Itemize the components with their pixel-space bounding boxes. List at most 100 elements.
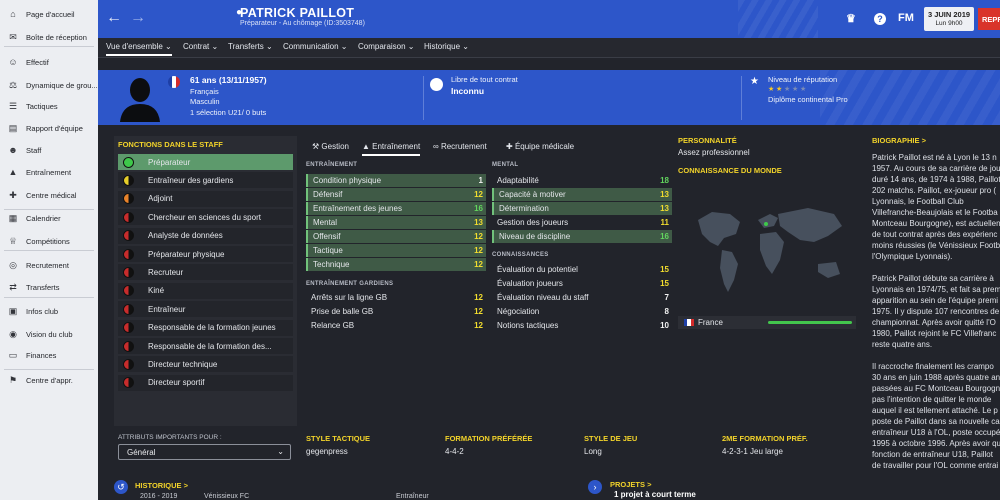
staff-role-item[interactable]: Responsable de la formation jeunes	[118, 319, 293, 336]
attribute-row[interactable]: Relance GB 12	[306, 319, 486, 332]
staff-role-item[interactable]: Responsable de la formation des...	[118, 338, 293, 354]
staff-role-item[interactable]: Adjoint	[118, 190, 293, 207]
bio-title[interactable]: BIOGRAPHIE >	[872, 136, 926, 145]
staff-role-item[interactable]: Chercheur en sciences du sport	[118, 209, 293, 226]
tab-5[interactable]: Historique ⌄	[424, 42, 469, 51]
sidebar-item-scouting[interactable]: ◎ Recrutement	[0, 256, 98, 274]
attribute-row[interactable]: Technique 12	[306, 258, 486, 271]
section-title: CONNAISSANCES	[492, 252, 549, 258]
attribute-value: 13	[660, 190, 669, 199]
attribute-row[interactable]: Négociation 8	[492, 305, 672, 318]
attr-tab-1[interactable]: ▲ Entraînement	[362, 142, 421, 156]
attribute-row[interactable]: Évaluation niveau du staff 7	[492, 291, 672, 304]
attribute-row[interactable]: Arrêts sur la ligne GB 12	[306, 291, 486, 304]
staff-role-item[interactable]: Préparateur physique	[118, 246, 293, 262]
sidebar-item-vision[interactable]: ◉ Vision du club	[0, 325, 98, 343]
attribute-row[interactable]: Adaptabilité 18	[492, 174, 672, 187]
sidebar-item-report[interactable]: ▤ Rapport d'équipe	[0, 119, 98, 137]
staff-role-item[interactable]: Analyste de données	[118, 227, 293, 244]
attribute-row[interactable]: Défensif 12	[306, 188, 486, 201]
sidebar-item-transfers[interactable]: ⇄ Transferts	[0, 278, 98, 296]
tactics-icon: ☰	[8, 100, 18, 111]
attribute-row[interactable]: Évaluation du potentiel 15	[492, 263, 672, 276]
attribute-value: 12	[474, 260, 483, 269]
attribute-row[interactable]: Niveau de discipline 16	[492, 230, 672, 243]
sidebar-item-training[interactable]: ▲ Entraînement	[0, 163, 98, 181]
tab-label: Communication	[283, 42, 339, 51]
sidebar-item-dynamics[interactable]: ⚖ Dynamique de grou...	[0, 76, 98, 94]
sidebar-item-academy[interactable]: ⚑ Centre d'appr.	[0, 371, 98, 389]
history-club: Vénissieux FC	[204, 493, 250, 500]
attribute-label: Évaluation niveau du staff	[497, 293, 589, 302]
sidebar-item-calendar[interactable]: ▦ Calendrier	[0, 209, 98, 227]
chevron-down-icon: ⌄	[460, 42, 469, 51]
attribute-row[interactable]: Offensif 12	[306, 230, 486, 243]
tab-1[interactable]: Contrat ⌄	[183, 42, 218, 51]
staff-role-item[interactable]: Kiné	[118, 282, 293, 299]
staff-role-item[interactable]: Directeur technique	[118, 356, 293, 373]
sidebar-item-medical[interactable]: ✚ Centre médical	[0, 186, 98, 204]
sidebar-item-squad[interactable]: ☺ Effectif	[0, 53, 98, 71]
training-icon: ▲	[8, 167, 18, 177]
staff-role-item[interactable]: Recruteur	[118, 264, 293, 281]
attr-tab-3[interactable]: ✚ Équipe médicale	[506, 142, 574, 151]
sidebar-item-staff[interactable]: ☻ Staff	[0, 141, 98, 159]
profile-banner: 61 ans (13/11/1957) Français Masculin 1 …	[98, 70, 1000, 125]
tab-0[interactable]: Vue d'ensemble ⌄	[106, 42, 172, 56]
staff-role-item[interactable]: Entraîneur des gardiens	[118, 172, 293, 189]
back-arrow-icon[interactable]: ←	[106, 9, 122, 27]
section-title: ENTRAÎNEMENT GARDIENS	[306, 281, 394, 287]
club-badge-icon[interactable]: ♛	[846, 12, 856, 25]
attribute-row[interactable]: Mental 13	[306, 216, 486, 229]
page-title: PATRICK PAILLOT	[240, 6, 355, 20]
tab-3[interactable]: Communication ⌄	[283, 42, 348, 51]
attribute-row[interactable]: Notions tactiques 10	[492, 319, 672, 332]
game-date[interactable]: 3 JUIN 2019 Lun 9h00	[924, 7, 974, 31]
sidebar-item-finances[interactable]: ▭ Finances	[0, 346, 98, 364]
attribute-row[interactable]: Détermination 13	[492, 202, 672, 215]
attr-tab-2[interactable]: ∞ Recrutement	[433, 142, 487, 151]
personality-value: Assez professionnel	[678, 148, 750, 157]
staff-role-item[interactable]: Entraîneur	[118, 301, 293, 318]
continue-button[interactable]: REPR	[978, 8, 1000, 30]
history-icon[interactable]: ↺	[114, 480, 128, 494]
attribute-row[interactable]: Gestion des joueurs 11	[492, 216, 672, 229]
transfers-icon: ⇄	[9, 281, 17, 292]
sidebar-item-club-info[interactable]: ▣ Infos club	[0, 302, 98, 320]
personality-title: PERSONNALITÉ	[678, 136, 737, 145]
attribute-row[interactable]: Capacité à motiver 13	[492, 188, 672, 201]
club-info-icon: ▣	[8, 305, 18, 316]
sidebar-item-label: Staff	[26, 145, 42, 155]
diploma-text: Diplôme continental Pro	[768, 95, 848, 104]
sidebar-item-inbox[interactable]: ✉ Boîte de réception	[0, 28, 98, 46]
date-label: 3 JUIN 2019	[927, 10, 971, 19]
fm-menu-icon[interactable]: FM	[898, 12, 914, 24]
staff-role-item[interactable]: Préparateur	[118, 154, 293, 170]
sidebar-item-home[interactable]: ⌂ Page d'accueil	[0, 5, 98, 23]
role-select[interactable]: Général ⌄	[118, 444, 291, 460]
sidebar-item-tactics[interactable]: ☰ Tactiques	[0, 97, 98, 115]
forward-arrow-icon[interactable]: →	[130, 9, 146, 27]
france-flag-icon	[684, 319, 694, 326]
sidebar-item-label: Compétitions	[26, 236, 70, 246]
bio-line: l'Olympique Lyonnais).	[872, 252, 953, 261]
star-icon: ★	[784, 86, 791, 93]
staff-role-item[interactable]: Directeur sportif	[118, 374, 293, 391]
bio-line: fonction de entraîneur U18, Paillot	[872, 450, 993, 459]
star-icon: ★	[800, 86, 807, 93]
role-label: Préparateur physique	[148, 249, 225, 259]
projects-title[interactable]: PROJETS >	[610, 480, 651, 489]
tactic-value: Long	[584, 447, 602, 456]
attribute-row[interactable]: Évaluation joueurs 15	[492, 277, 672, 290]
tab-2[interactable]: Transferts ⌄	[228, 42, 273, 51]
help-icon[interactable]: ?	[874, 13, 886, 25]
attribute-row[interactable]: Tactique 12	[306, 244, 486, 257]
projects-arrow-icon[interactable]: ›	[588, 480, 602, 494]
attribute-row[interactable]: Prise de balle GB 12	[306, 305, 486, 318]
tab-4[interactable]: Comparaison ⌄	[358, 42, 415, 51]
attribute-row[interactable]: Condition physique 1	[306, 174, 486, 187]
attribute-row[interactable]: Entraînement des jeunes 16	[306, 202, 486, 215]
history-title[interactable]: HISTORIQUE >	[135, 481, 188, 490]
attr-tab-0[interactable]: ⚒ Gestion	[312, 142, 349, 151]
sidebar-item-trophy[interactable]: ♕ Compétitions	[0, 232, 98, 250]
